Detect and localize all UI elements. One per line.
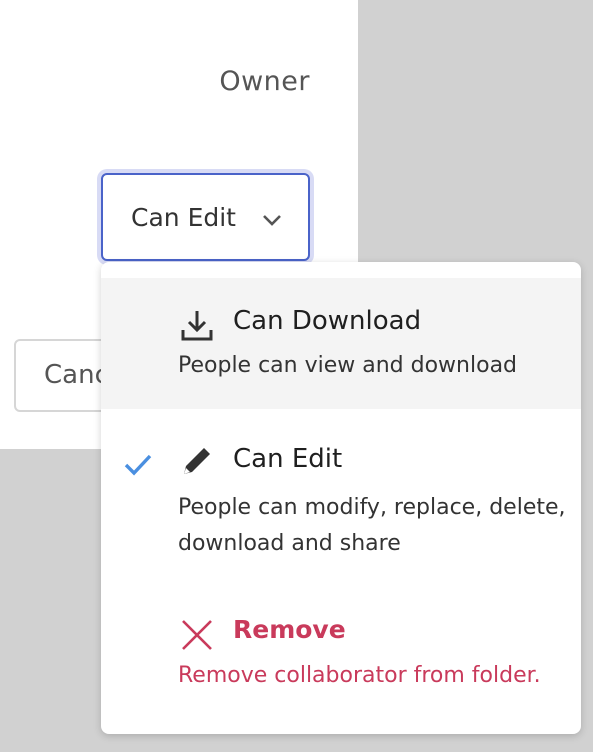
owner-label: Owner xyxy=(219,66,310,97)
option-description: People can modify, replace, delete, down… xyxy=(178,495,566,556)
option-title: Can Edit xyxy=(233,444,343,474)
permission-select-value: Can Edit xyxy=(131,202,236,232)
x-icon xyxy=(182,620,212,650)
option-title: Can Download xyxy=(233,306,422,336)
option-description: People can view and download xyxy=(178,353,518,378)
menu-option-remove[interactable]: Remove Remove collaborator from folder. xyxy=(101,592,581,712)
pencil-icon xyxy=(184,448,210,474)
checkmark-icon xyxy=(124,454,152,476)
option-description: Remove collaborator from folder. xyxy=(178,663,541,688)
menu-option-can-download[interactable]: Can Download People can view and downloa… xyxy=(101,278,581,409)
option-title: Remove xyxy=(233,615,346,644)
permission-select[interactable]: Can Edit xyxy=(101,173,310,261)
permission-menu: Can Download People can view and downloa… xyxy=(101,262,581,734)
menu-option-can-edit[interactable]: Can Edit People can modify, replace, del… xyxy=(101,422,581,582)
download-icon xyxy=(181,311,213,341)
chevron-down-icon xyxy=(263,215,281,226)
